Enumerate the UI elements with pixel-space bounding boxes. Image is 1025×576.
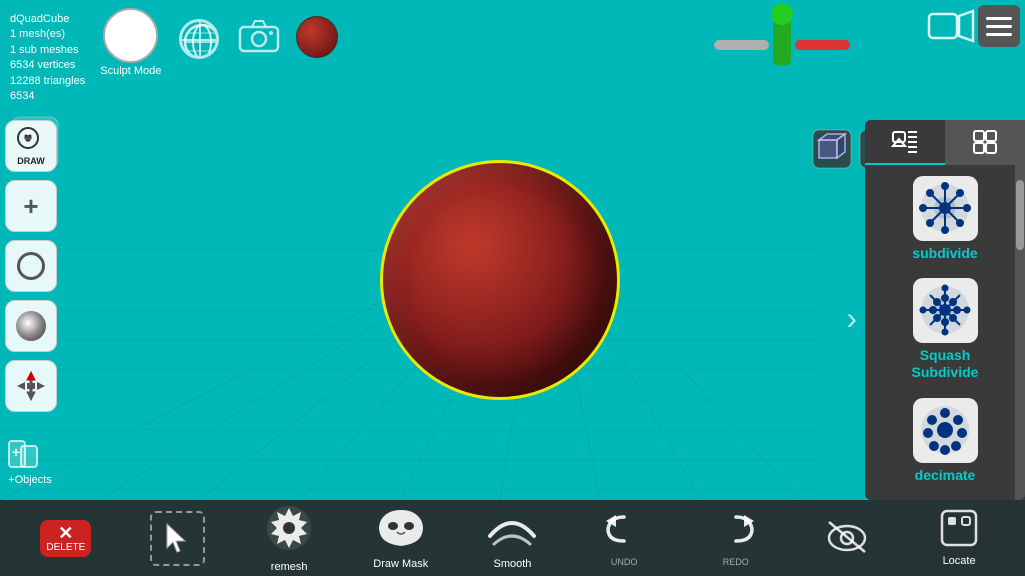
hamburger-menu[interactable] (978, 5, 1020, 47)
decimate-label: decimate (915, 467, 976, 483)
scrollbar-track[interactable] (1015, 165, 1025, 500)
draw-mask-label: Draw Mask (373, 558, 428, 570)
sculpt-circle (103, 8, 158, 63)
draw-mask-button[interactable]: Draw Mask (366, 506, 436, 570)
objects-button[interactable]: + +Objects (5, 434, 55, 486)
cursor-button[interactable] (142, 511, 212, 566)
top-right-icons (927, 8, 975, 49)
delete-label: DELETE (46, 542, 85, 553)
decimate-tool[interactable]: decimate (870, 392, 1020, 489)
hamburger-line-1 (986, 17, 1012, 20)
move-tool-button[interactable] (5, 360, 57, 412)
gizmo-pin-top (771, 3, 793, 25)
right-tab-view[interactable] (865, 120, 945, 165)
3d-sphere (380, 160, 620, 400)
draw-tool-button[interactable]: DRAW (5, 120, 57, 172)
draw-tool-label: DRAW (17, 156, 45, 166)
circle-icon (17, 252, 45, 280)
gizmo-pin-green (773, 15, 791, 65)
squash-subdivide-icon (913, 278, 978, 343)
smooth-bottom-icon (486, 506, 538, 555)
redo-icon (714, 509, 758, 554)
locate-button[interactable]: Locate (924, 509, 994, 567)
left-toolbar: DRAW + (5, 120, 57, 412)
mesh-info: dQuadCube 1 mesh(es) 1 sub meshes 6534 v… (10, 12, 85, 104)
remesh-icon (265, 504, 313, 558)
video-camera-button[interactable] (927, 8, 975, 49)
delete-x-icon: ✕ (58, 524, 73, 542)
hamburger-line-3 (986, 33, 1012, 36)
sculpt-mode-button[interactable]: Sculpt Mode (100, 8, 161, 77)
right-panel-tools-list: subdivide (865, 165, 1025, 500)
circle-tool-button[interactable] (5, 240, 57, 292)
smooth-bottom-button[interactable]: Smooth (477, 506, 547, 570)
gizmo-right-arm (795, 40, 850, 50)
globe-button[interactable] (176, 16, 221, 61)
right-tab-tools[interactable] (945, 120, 1025, 165)
material-preview[interactable] (296, 16, 338, 58)
nav-arrow-right[interactable]: › (846, 300, 857, 337)
remesh-button[interactable]: remesh (254, 504, 324, 573)
right-panel-tabs (865, 120, 1025, 165)
draw-mask-icon (377, 506, 425, 555)
subdivide-icon (913, 176, 978, 241)
locate-label: Locate (943, 555, 976, 567)
objects-label: +Objects (8, 474, 52, 486)
decimate-icon (913, 398, 978, 463)
gradient-tool-button[interactable] (5, 300, 57, 352)
hide-show-icon (823, 516, 871, 561)
redo-label: REDO (723, 557, 749, 567)
gizmo-left-arm (714, 40, 769, 50)
subdivide-tool[interactable]: subdivide (870, 170, 1020, 267)
camera-button[interactable] (236, 16, 281, 61)
add-tool-button[interactable]: + (5, 180, 57, 232)
add-icon: + (23, 193, 38, 219)
cursor-icon (150, 511, 205, 566)
sculpt-mode-label: Sculpt Mode (100, 65, 161, 77)
undo-button[interactable]: UNDO (589, 509, 659, 567)
redo-button[interactable]: REDO (701, 509, 771, 567)
delete-button[interactable]: ✕ DELETE (31, 520, 101, 557)
smooth-bottom-label: Smooth (493, 558, 531, 570)
viewport: dQuadCube 1 mesh(es) 1 sub meshes 6534 v… (0, 0, 1025, 576)
squash-subdivide-label: SquashSubdivide (912, 347, 979, 381)
locate-icon (940, 509, 978, 552)
hide-show-button[interactable] (812, 516, 882, 561)
camera-icon (238, 17, 280, 60)
globe-icon (179, 19, 219, 59)
svg-text:+: + (12, 444, 20, 460)
gizmo-area (714, 20, 850, 70)
top-toolbar: dQuadCube 1 mesh(es) 1 sub meshes 6534 v… (0, 0, 1025, 90)
view-cube[interactable] (811, 128, 853, 175)
objects-icon: + (5, 434, 55, 474)
delete-btn-box: ✕ DELETE (40, 520, 91, 557)
subdivide-label: subdivide (912, 245, 977, 261)
bottom-toolbar: ✕ DELETE (0, 500, 1025, 576)
undo-icon (602, 509, 646, 554)
gradient-icon (16, 311, 46, 341)
remesh-label: remesh (271, 561, 308, 573)
squash-subdivide-tool[interactable]: SquashSubdivide (870, 272, 1020, 387)
hamburger-line-2 (986, 25, 1012, 28)
undo-label: UNDO (611, 557, 638, 567)
right-panel: subdivide (865, 120, 1025, 500)
scrollbar-thumb[interactable] (1016, 180, 1024, 250)
